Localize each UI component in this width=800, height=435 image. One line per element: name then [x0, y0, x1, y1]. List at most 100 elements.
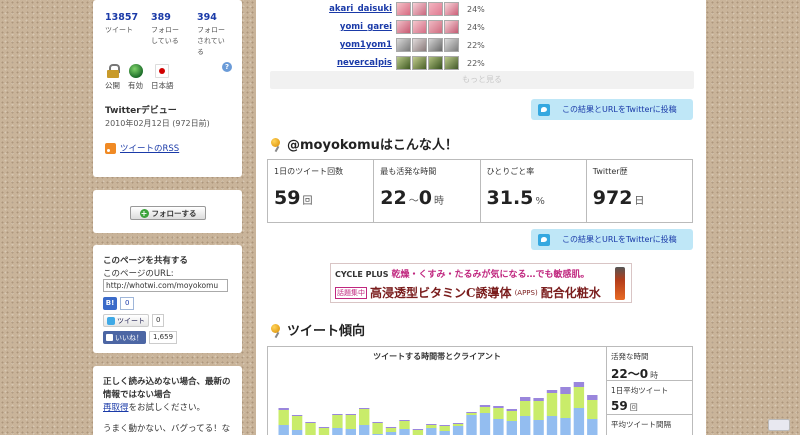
rss-link[interactable]: ツイートのRSS — [120, 142, 179, 154]
similar-user-link[interactable]: yom1yom1 — [298, 40, 392, 50]
avatar[interactable] — [412, 56, 427, 70]
avatar[interactable] — [428, 38, 443, 52]
avatar[interactable] — [412, 38, 427, 52]
chart-bar — [493, 408, 504, 419]
similarity-percent: 22% — [467, 58, 485, 68]
side-stat-value: 59 回 — [611, 399, 688, 413]
stat-cell-daily-tweets: 1日のツイート回数 59 回 — [268, 160, 375, 222]
like-count: 1,659 — [149, 331, 178, 344]
user-thumbnails — [396, 20, 459, 34]
stat-tweets[interactable]: 13857 ツイート — [105, 12, 139, 58]
avatar[interactable] — [396, 38, 411, 52]
post-to-twitter-button[interactable]: この結果とURLをTwitterに投稿 — [531, 229, 693, 250]
stat-label: ひとりごと率 — [486, 167, 535, 176]
refetch-link[interactable]: 再取得 — [103, 403, 129, 413]
facebook-like-button[interactable]: いいね！ — [103, 331, 146, 344]
about-title: @moyokomuはこんな人！ — [287, 138, 458, 153]
chart-bar — [359, 409, 370, 425]
like-row: いいね！ 1,659 — [103, 331, 178, 344]
avatar[interactable] — [444, 20, 459, 34]
post-to-twitter-label: この結果とURLをTwitterに投稿 — [562, 235, 677, 244]
similar-user-link[interactable]: nevercalpis — [298, 58, 392, 68]
avatar[interactable] — [396, 56, 411, 70]
chart-bar — [291, 415, 303, 416]
follow-button[interactable]: + フォローする — [130, 206, 206, 220]
stat-number: 31.5 — [486, 187, 534, 209]
tendency-title: ツイート傾向 — [287, 324, 366, 339]
avatar[interactable] — [428, 56, 443, 70]
chart-bar — [412, 429, 424, 430]
more-button[interactable]: もっと見る — [270, 71, 694, 89]
avatar[interactable] — [444, 2, 459, 16]
twitter-bird-icon — [107, 316, 115, 325]
tweet-button[interactable]: ツイート — [103, 314, 149, 327]
profile-panel: 13857 ツイート 389 フォロー している 394 フォロー されている … — [93, 0, 242, 177]
chart-bar — [533, 420, 544, 435]
side-stat-unit: 回 — [629, 403, 638, 412]
avatar[interactable] — [396, 20, 411, 34]
chart-bar — [560, 394, 571, 418]
side-stat-number: 22〜0 — [611, 367, 649, 381]
chart-bar — [359, 408, 370, 409]
stat-number: 22 — [380, 187, 407, 209]
chart-bar — [506, 421, 517, 435]
chart-bar — [587, 400, 598, 419]
twitter-icon — [538, 103, 550, 116]
chart-bar — [345, 414, 356, 415]
chart-bar — [466, 412, 477, 413]
similar-user-row: nevercalpis 22% — [298, 56, 485, 70]
follow-panel: + フォローする — [93, 190, 242, 233]
chart-bar — [439, 425, 450, 426]
chart-bar — [493, 419, 504, 435]
chart-bar — [587, 419, 598, 435]
similar-user-row: yom1yom1 22% — [298, 38, 485, 52]
similarity-percent: 24% — [467, 22, 485, 32]
chart-bar — [439, 431, 450, 435]
user-thumbnails — [396, 38, 459, 52]
ad-apps: (APPS) — [514, 288, 538, 297]
side-stat-label: 平均ツイート間隔 — [611, 420, 671, 429]
pushpin-icon — [269, 323, 283, 337]
ad-banner[interactable]: CYCLE PLUS 乾燥・くすみ・たるみが気になる…でも敏感肌。 話題集中 高浸… — [330, 263, 632, 303]
stat-following[interactable]: 389 フォロー している — [151, 12, 185, 58]
help-icon[interactable]: ? — [222, 62, 232, 72]
section-title-tendency: ツイート傾向 — [269, 320, 365, 339]
badge-public: 公開 — [105, 64, 120, 91]
rss-row: ツイートのRSS — [105, 142, 179, 154]
chart-bar — [359, 425, 370, 435]
stat-followers[interactable]: 394 フォロー されている — [197, 12, 231, 58]
hourly-tweet-chart: ツイートする時間帯とクライアント — [267, 346, 607, 435]
corner-widget-icon[interactable] — [768, 419, 790, 431]
avatar[interactable] — [428, 20, 443, 34]
chart-bar — [318, 428, 330, 435]
badge-active: 有効 — [128, 64, 143, 91]
avatar[interactable] — [444, 38, 459, 52]
stat-value: 972 日 — [593, 187, 686, 209]
chart-bar — [452, 424, 464, 426]
japan-flag-icon — [155, 64, 170, 78]
share-url-input[interactable] — [103, 279, 228, 292]
chart-bar — [546, 393, 558, 416]
stat-label: Twitter歴 — [592, 167, 628, 176]
stat-label: 1日のツイート回数 — [274, 167, 344, 176]
side-stat-number: 59 — [611, 399, 628, 413]
chart-bar — [372, 422, 383, 423]
chart-bar — [493, 406, 504, 408]
chart-bar — [278, 408, 289, 410]
similar-user-link[interactable]: akari_daisuki — [298, 4, 392, 14]
post-to-twitter-button[interactable]: この結果とURLをTwitterに投稿 — [531, 99, 693, 120]
stat-number-2: 0 — [418, 187, 432, 209]
chart-bar — [426, 424, 437, 425]
stat-cell-twitter-age: Twitter歴 972 日 — [587, 160, 692, 222]
chart-bar — [426, 428, 437, 435]
ad-product-image — [615, 267, 625, 300]
avatar[interactable] — [412, 2, 427, 16]
avatar[interactable] — [412, 20, 427, 34]
avatar[interactable] — [428, 2, 443, 16]
avatar[interactable] — [396, 2, 411, 16]
avatar[interactable] — [444, 56, 459, 70]
hatena-bookmark-button[interactable]: B! — [103, 297, 117, 310]
chart-bar — [533, 398, 544, 401]
chart-bar — [546, 390, 558, 393]
similar-user-link[interactable]: yomi_garei — [298, 22, 392, 32]
